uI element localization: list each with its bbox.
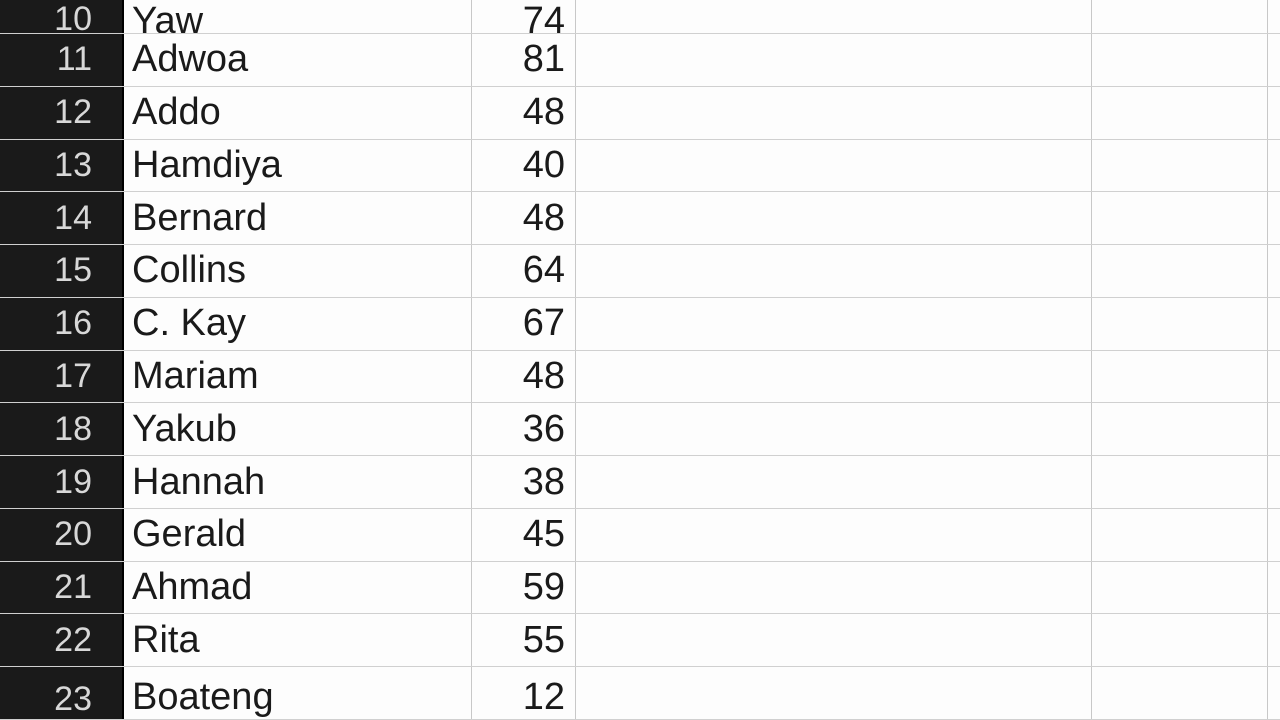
table-row: 20 Gerald 45: [0, 509, 1280, 562]
cell-empty[interactable]: [1092, 667, 1268, 719]
row-header[interactable]: 15: [0, 245, 124, 297]
cell-name[interactable]: Hannah: [124, 456, 472, 508]
cell-empty[interactable]: [1092, 192, 1268, 244]
cell-value[interactable]: 64: [472, 245, 576, 297]
cell-empty[interactable]: [1092, 87, 1268, 139]
cell-empty[interactable]: [1092, 140, 1268, 192]
cell-empty[interactable]: [1092, 0, 1268, 33]
cell-value[interactable]: 48: [472, 87, 576, 139]
cell-empty[interactable]: [576, 0, 1092, 33]
row-header[interactable]: 14: [0, 192, 124, 244]
table-row: 11 Adwoa 81: [0, 34, 1280, 87]
cell-empty[interactable]: [1092, 403, 1268, 455]
cell-value[interactable]: 55: [472, 614, 576, 666]
cell-empty[interactable]: [1092, 351, 1268, 403]
table-row: 17 Mariam 48: [0, 351, 1280, 404]
cell-empty[interactable]: [576, 245, 1092, 297]
row-header[interactable]: 18: [0, 403, 124, 455]
cell-value[interactable]: 59: [472, 562, 576, 614]
table-row: 22 Rita 55: [0, 614, 1280, 667]
cell-empty[interactable]: [1092, 456, 1268, 508]
row-header[interactable]: 11: [0, 34, 124, 86]
table-row: 21 Ahmad 59: [0, 562, 1280, 615]
cell-value[interactable]: 45: [472, 509, 576, 561]
cell-name[interactable]: Mariam: [124, 351, 472, 403]
cell-value[interactable]: 81: [472, 34, 576, 86]
row-header[interactable]: 13: [0, 140, 124, 192]
cell-name[interactable]: Collins: [124, 245, 472, 297]
cell-name[interactable]: Bernard: [124, 192, 472, 244]
cell-empty[interactable]: [576, 298, 1092, 350]
table-row: 16 C. Kay 67: [0, 298, 1280, 351]
cell-name[interactable]: Yaw: [124, 0, 472, 33]
row-header[interactable]: 10: [0, 0, 124, 33]
cell-empty[interactable]: [576, 403, 1092, 455]
cell-empty[interactable]: [1092, 562, 1268, 614]
row-header[interactable]: 12: [0, 87, 124, 139]
row-header[interactable]: 23: [0, 667, 124, 719]
row-header[interactable]: 19: [0, 456, 124, 508]
cell-empty[interactable]: [1092, 245, 1268, 297]
cell-name[interactable]: Gerald: [124, 509, 472, 561]
cell-value[interactable]: 67: [472, 298, 576, 350]
cell-empty[interactable]: [576, 87, 1092, 139]
cell-name[interactable]: Adwoa: [124, 34, 472, 86]
cell-empty[interactable]: [576, 34, 1092, 86]
cell-empty[interactable]: [576, 140, 1092, 192]
table-row: 19 Hannah 38: [0, 456, 1280, 509]
cell-value[interactable]: 48: [472, 351, 576, 403]
cell-value[interactable]: 40: [472, 140, 576, 192]
cell-empty[interactable]: [1092, 614, 1268, 666]
cell-name[interactable]: Yakub: [124, 403, 472, 455]
cell-empty[interactable]: [1092, 298, 1268, 350]
cell-empty[interactable]: [1092, 509, 1268, 561]
table-row: 10 Yaw 74: [0, 0, 1280, 34]
cell-value[interactable]: 48: [472, 192, 576, 244]
table-row: 12 Addo 48: [0, 87, 1280, 140]
cell-empty[interactable]: [1092, 34, 1268, 86]
cell-value[interactable]: 36: [472, 403, 576, 455]
cell-name[interactable]: Hamdiya: [124, 140, 472, 192]
row-header[interactable]: 20: [0, 509, 124, 561]
table-row: 23 Boateng 12: [0, 667, 1280, 720]
row-header[interactable]: 21: [0, 562, 124, 614]
cell-name[interactable]: C. Kay: [124, 298, 472, 350]
cell-empty[interactable]: [576, 562, 1092, 614]
cell-empty[interactable]: [576, 192, 1092, 244]
table-row: 14 Bernard 48: [0, 192, 1280, 245]
row-header[interactable]: 17: [0, 351, 124, 403]
row-header[interactable]: 22: [0, 614, 124, 666]
cell-empty[interactable]: [576, 456, 1092, 508]
cell-value[interactable]: 38: [472, 456, 576, 508]
cell-empty[interactable]: [576, 351, 1092, 403]
cell-name[interactable]: Rita: [124, 614, 472, 666]
cell-empty[interactable]: [576, 509, 1092, 561]
cell-name[interactable]: Ahmad: [124, 562, 472, 614]
row-header[interactable]: 16: [0, 298, 124, 350]
cell-name[interactable]: Boateng: [124, 667, 472, 719]
table-row: 15 Collins 64: [0, 245, 1280, 298]
cell-value[interactable]: 74: [472, 0, 576, 33]
cell-value[interactable]: 12: [472, 667, 576, 719]
spreadsheet-grid[interactable]: 10 Yaw 74 11 Adwoa 81 12 Addo 48 13 Hamd…: [0, 0, 1280, 720]
cell-empty[interactable]: [576, 614, 1092, 666]
cell-name[interactable]: Addo: [124, 87, 472, 139]
cell-empty[interactable]: [576, 667, 1092, 719]
table-row: 18 Yakub 36: [0, 403, 1280, 456]
table-row: 13 Hamdiya 40: [0, 140, 1280, 193]
